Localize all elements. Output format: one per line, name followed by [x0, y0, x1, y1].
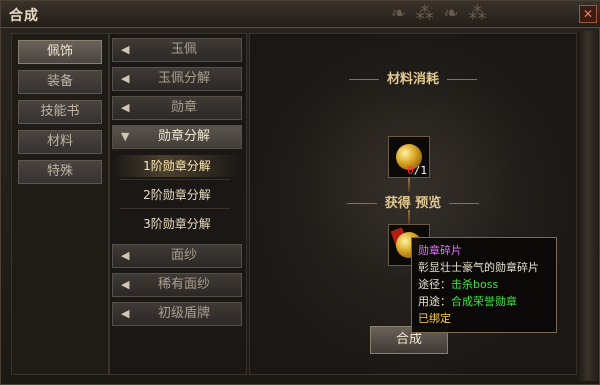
recipe-label: 勋章分解 — [157, 129, 210, 144]
category-material[interactable]: 材料 — [18, 130, 102, 154]
item-tooltip: 勋章碎片 彰显壮士豪气的勋章碎片 途径：击杀boss 用途：合成荣誉勋章 已绑定 — [411, 237, 557, 333]
tooltip-usage: 用途：合成荣誉勋章 — [418, 295, 517, 308]
category-accessory[interactable]: 佩饰 — [18, 40, 102, 64]
tooltip-item-name: 勋章碎片 — [418, 244, 462, 257]
recipe-veil[interactable]: ◀ 面纱 — [112, 244, 242, 268]
connector-line — [408, 210, 410, 224]
material-count: 0/1 — [407, 164, 427, 177]
close-icon: ✕ — [582, 7, 594, 21]
recipe-child-label: 2阶勋章分解 — [143, 188, 211, 202]
divider — [120, 179, 230, 180]
category-label: 技能书 — [40, 104, 80, 119]
recipe-child-item[interactable]: 3阶勋章分解 — [112, 213, 242, 235]
category-label: 材料 — [46, 134, 73, 149]
synthesis-window: 合成 ❧ ⁂ ❧ ⁂ ✕ 佩饰 装备 技能书 材料 特殊 ◀ 玉佩 ◀ 玉佩分解 — [0, 0, 600, 385]
preview-heading: 获得 预览 — [250, 192, 576, 211]
tooltip-source: 途径：击杀boss — [418, 278, 499, 291]
category-equipment[interactable]: 装备 — [18, 70, 102, 94]
recipe-jade-decompose[interactable]: ◀ 玉佩分解 — [112, 67, 242, 91]
tooltip-description: 彰显壮士豪气的勋章碎片 — [418, 261, 539, 274]
category-special[interactable]: 特殊 — [18, 160, 102, 184]
tooltip-bound-status: 已绑定 — [418, 312, 451, 325]
category-skillbook[interactable]: 技能书 — [18, 100, 102, 124]
recipe-jade[interactable]: ◀ 玉佩 — [112, 38, 242, 62]
recipe-medal-decompose[interactable]: ▼ 勋章分解 — [112, 125, 242, 149]
recipe-child-label: 1阶勋章分解 — [143, 159, 211, 173]
category-list: 佩饰 装备 技能书 材料 特殊 — [11, 33, 109, 375]
recipe-label: 面纱 — [170, 248, 197, 263]
side-decoration — [577, 31, 599, 381]
title-bar: 合成 ❧ ⁂ ❧ ⁂ ✕ — [1, 1, 600, 28]
recipe-child-label: 3阶勋章分解 — [143, 217, 211, 231]
recipe-basic-shield[interactable]: ◀ 初级盾牌 — [112, 302, 242, 326]
divider — [120, 208, 230, 209]
category-label: 佩饰 — [46, 44, 73, 59]
recipe-label: 初级盾牌 — [157, 306, 210, 321]
dragon-ornament-icon: ❧ ⁂ ❧ ⁂ — [391, 3, 489, 24]
synthesize-label: 合成 — [395, 332, 422, 347]
recipe-list: ◀ 玉佩 ◀ 玉佩分解 ◀ 勋章 ▼ 勋章分解 1阶勋章分解 2阶勋章分解 3阶… — [109, 33, 247, 375]
recipe-label: 玉佩 — [170, 42, 197, 57]
recipe-label: 稀有面纱 — [157, 277, 210, 292]
close-button[interactable]: ✕ — [579, 5, 597, 23]
window-title: 合成 — [9, 8, 39, 24]
recipe-rare-veil[interactable]: ◀ 稀有面纱 — [112, 273, 242, 297]
material-slot[interactable]: 0/1 — [388, 136, 430, 178]
category-label: 特殊 — [46, 164, 73, 179]
connector-line — [408, 178, 410, 192]
recipe-child-item[interactable]: 2阶勋章分解 — [112, 184, 242, 206]
recipe-child-item[interactable]: 1阶勋章分解 — [112, 155, 242, 177]
category-label: 装备 — [46, 74, 73, 89]
recipe-label: 勋章 — [170, 100, 197, 115]
recipe-medal[interactable]: ◀ 勋章 — [112, 96, 242, 120]
recipe-label: 玉佩分解 — [157, 71, 210, 86]
materials-heading: 材料消耗 — [250, 68, 576, 87]
